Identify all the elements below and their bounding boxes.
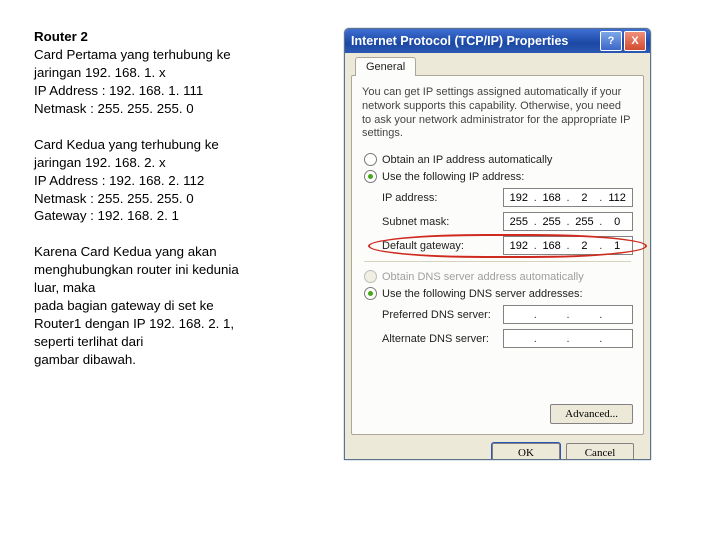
dns1-oct-4[interactable] bbox=[602, 308, 632, 322]
text: pada bagian gateway di set ke bbox=[34, 298, 214, 313]
ip-address-input[interactable]: . . . bbox=[503, 188, 633, 207]
ip-oct-3[interactable] bbox=[570, 191, 600, 205]
row-default-gateway: Default gateway: . . . bbox=[382, 236, 633, 255]
label-default-gateway: Default gateway: bbox=[382, 240, 503, 252]
mask-oct-2[interactable] bbox=[537, 215, 567, 229]
text: luar, maka bbox=[34, 280, 95, 295]
dns2-oct-2[interactable] bbox=[537, 332, 567, 346]
dns2-oct-4[interactable] bbox=[602, 332, 632, 346]
advanced-area: Advanced... bbox=[550, 404, 633, 424]
router-title: Router 2 bbox=[34, 29, 88, 44]
text: gambar dibawah. bbox=[34, 352, 136, 367]
radio-icon bbox=[364, 287, 377, 300]
label-alternate-dns: Alternate DNS server: bbox=[382, 333, 503, 345]
general-panel: You can get IP settings assigned automat… bbox=[351, 75, 644, 435]
radio-manual-dns[interactable]: Use the following DNS server addresses: bbox=[364, 287, 633, 300]
window-title: Internet Protocol (TCP/IP) Properties bbox=[351, 34, 598, 48]
mask-oct-1[interactable] bbox=[504, 215, 534, 229]
text: Netmask : 255. 255. 255. 0 bbox=[34, 191, 194, 206]
text: seperti terlihat dari bbox=[34, 334, 143, 349]
dns1-oct-1[interactable] bbox=[504, 308, 534, 322]
mask-oct-3[interactable] bbox=[570, 215, 600, 229]
paragraph-1: Router 2 Card Pertama yang terhubung ke … bbox=[34, 28, 334, 118]
ip-oct-1[interactable] bbox=[504, 191, 534, 205]
text: IP Address : 192. 168. 1. 111 bbox=[34, 83, 203, 98]
cancel-button[interactable]: Cancel bbox=[566, 443, 634, 460]
radio-label: Obtain an IP address automatically bbox=[382, 154, 552, 166]
radio-icon bbox=[364, 170, 377, 183]
titlebar-help-button[interactable]: ? bbox=[600, 31, 622, 51]
paragraph-2: Card Kedua yang terhubung ke jaringan 19… bbox=[34, 136, 334, 226]
separator bbox=[364, 261, 631, 262]
paragraph-3: Karena Card Kedua yang akan menghubungka… bbox=[34, 243, 334, 369]
dialog-footer: OK Cancel bbox=[351, 435, 644, 460]
dns2-oct-3[interactable] bbox=[570, 332, 600, 346]
text: Router1 dengan IP 192. 168. 2. 1, bbox=[34, 316, 234, 331]
text: menghubungkan router ini kedunia bbox=[34, 262, 239, 277]
mask-oct-4[interactable] bbox=[602, 215, 632, 229]
text: Netmask : 255. 255. 255. 0 bbox=[34, 101, 194, 116]
ip-oct-4[interactable] bbox=[602, 191, 632, 205]
description-text: You can get IP settings assigned automat… bbox=[362, 86, 633, 141]
radio-label: Obtain DNS server address automatically bbox=[382, 271, 584, 283]
ip-oct-2[interactable] bbox=[537, 191, 567, 205]
gw-oct-1[interactable] bbox=[504, 239, 534, 253]
row-ip-address: IP address: . . . bbox=[382, 188, 633, 207]
radio-label: Use the following DNS server addresses: bbox=[382, 288, 583, 300]
radio-label: Use the following IP address: bbox=[382, 171, 524, 183]
subnet-mask-input[interactable]: . . . bbox=[503, 212, 633, 231]
titlebar-close-button[interactable]: X bbox=[624, 31, 646, 51]
radio-icon bbox=[364, 270, 377, 283]
titlebar[interactable]: Internet Protocol (TCP/IP) Properties ? … bbox=[345, 29, 650, 53]
advanced-button[interactable]: Advanced... bbox=[550, 404, 633, 424]
label-preferred-dns: Preferred DNS server: bbox=[382, 309, 503, 321]
gw-oct-4[interactable] bbox=[602, 239, 632, 253]
article-text: Router 2 Card Pertama yang terhubung ke … bbox=[34, 28, 334, 540]
text: Gateway : 192. 168. 2. 1 bbox=[34, 208, 179, 223]
dns1-oct-3[interactable] bbox=[570, 308, 600, 322]
text: jaringan 192. 168. 2. x bbox=[34, 155, 166, 170]
preferred-dns-input[interactable]: . . . bbox=[503, 305, 633, 324]
page: Router 2 Card Pertama yang terhubung ke … bbox=[0, 0, 720, 540]
tab-general[interactable]: General bbox=[355, 57, 416, 76]
label-subnet-mask: Subnet mask: bbox=[382, 216, 503, 228]
dialog-body: General You can get IP settings assigned… bbox=[345, 53, 650, 460]
row-alternate-dns: Alternate DNS server: . . . bbox=[382, 329, 633, 348]
radio-auto-ip[interactable]: Obtain an IP address automatically bbox=[364, 153, 633, 166]
gw-oct-3[interactable] bbox=[570, 239, 600, 253]
text: jaringan 192. 168. 1. x bbox=[34, 65, 166, 80]
text: IP Address : 192. 168. 2. 112 bbox=[34, 173, 204, 188]
text: Karena Card Kedua yang akan bbox=[34, 244, 217, 259]
tcpip-properties-window: Internet Protocol (TCP/IP) Properties ? … bbox=[344, 28, 651, 460]
text: Card Pertama yang terhubung ke bbox=[34, 47, 231, 62]
radio-manual-ip[interactable]: Use the following IP address: bbox=[364, 170, 633, 183]
gw-oct-2[interactable] bbox=[537, 239, 567, 253]
default-gateway-input[interactable]: . . . bbox=[503, 236, 633, 255]
dns1-oct-2[interactable] bbox=[537, 308, 567, 322]
radio-auto-dns: Obtain DNS server address automatically bbox=[364, 270, 633, 283]
text: Card Kedua yang terhubung ke bbox=[34, 137, 219, 152]
dns2-oct-1[interactable] bbox=[504, 332, 534, 346]
row-preferred-dns: Preferred DNS server: . . . bbox=[382, 305, 633, 324]
ok-button[interactable]: OK bbox=[492, 443, 560, 460]
label-ip-address: IP address: bbox=[382, 192, 503, 204]
row-subnet-mask: Subnet mask: . . . bbox=[382, 212, 633, 231]
radio-icon bbox=[364, 153, 377, 166]
alternate-dns-input[interactable]: . . . bbox=[503, 329, 633, 348]
